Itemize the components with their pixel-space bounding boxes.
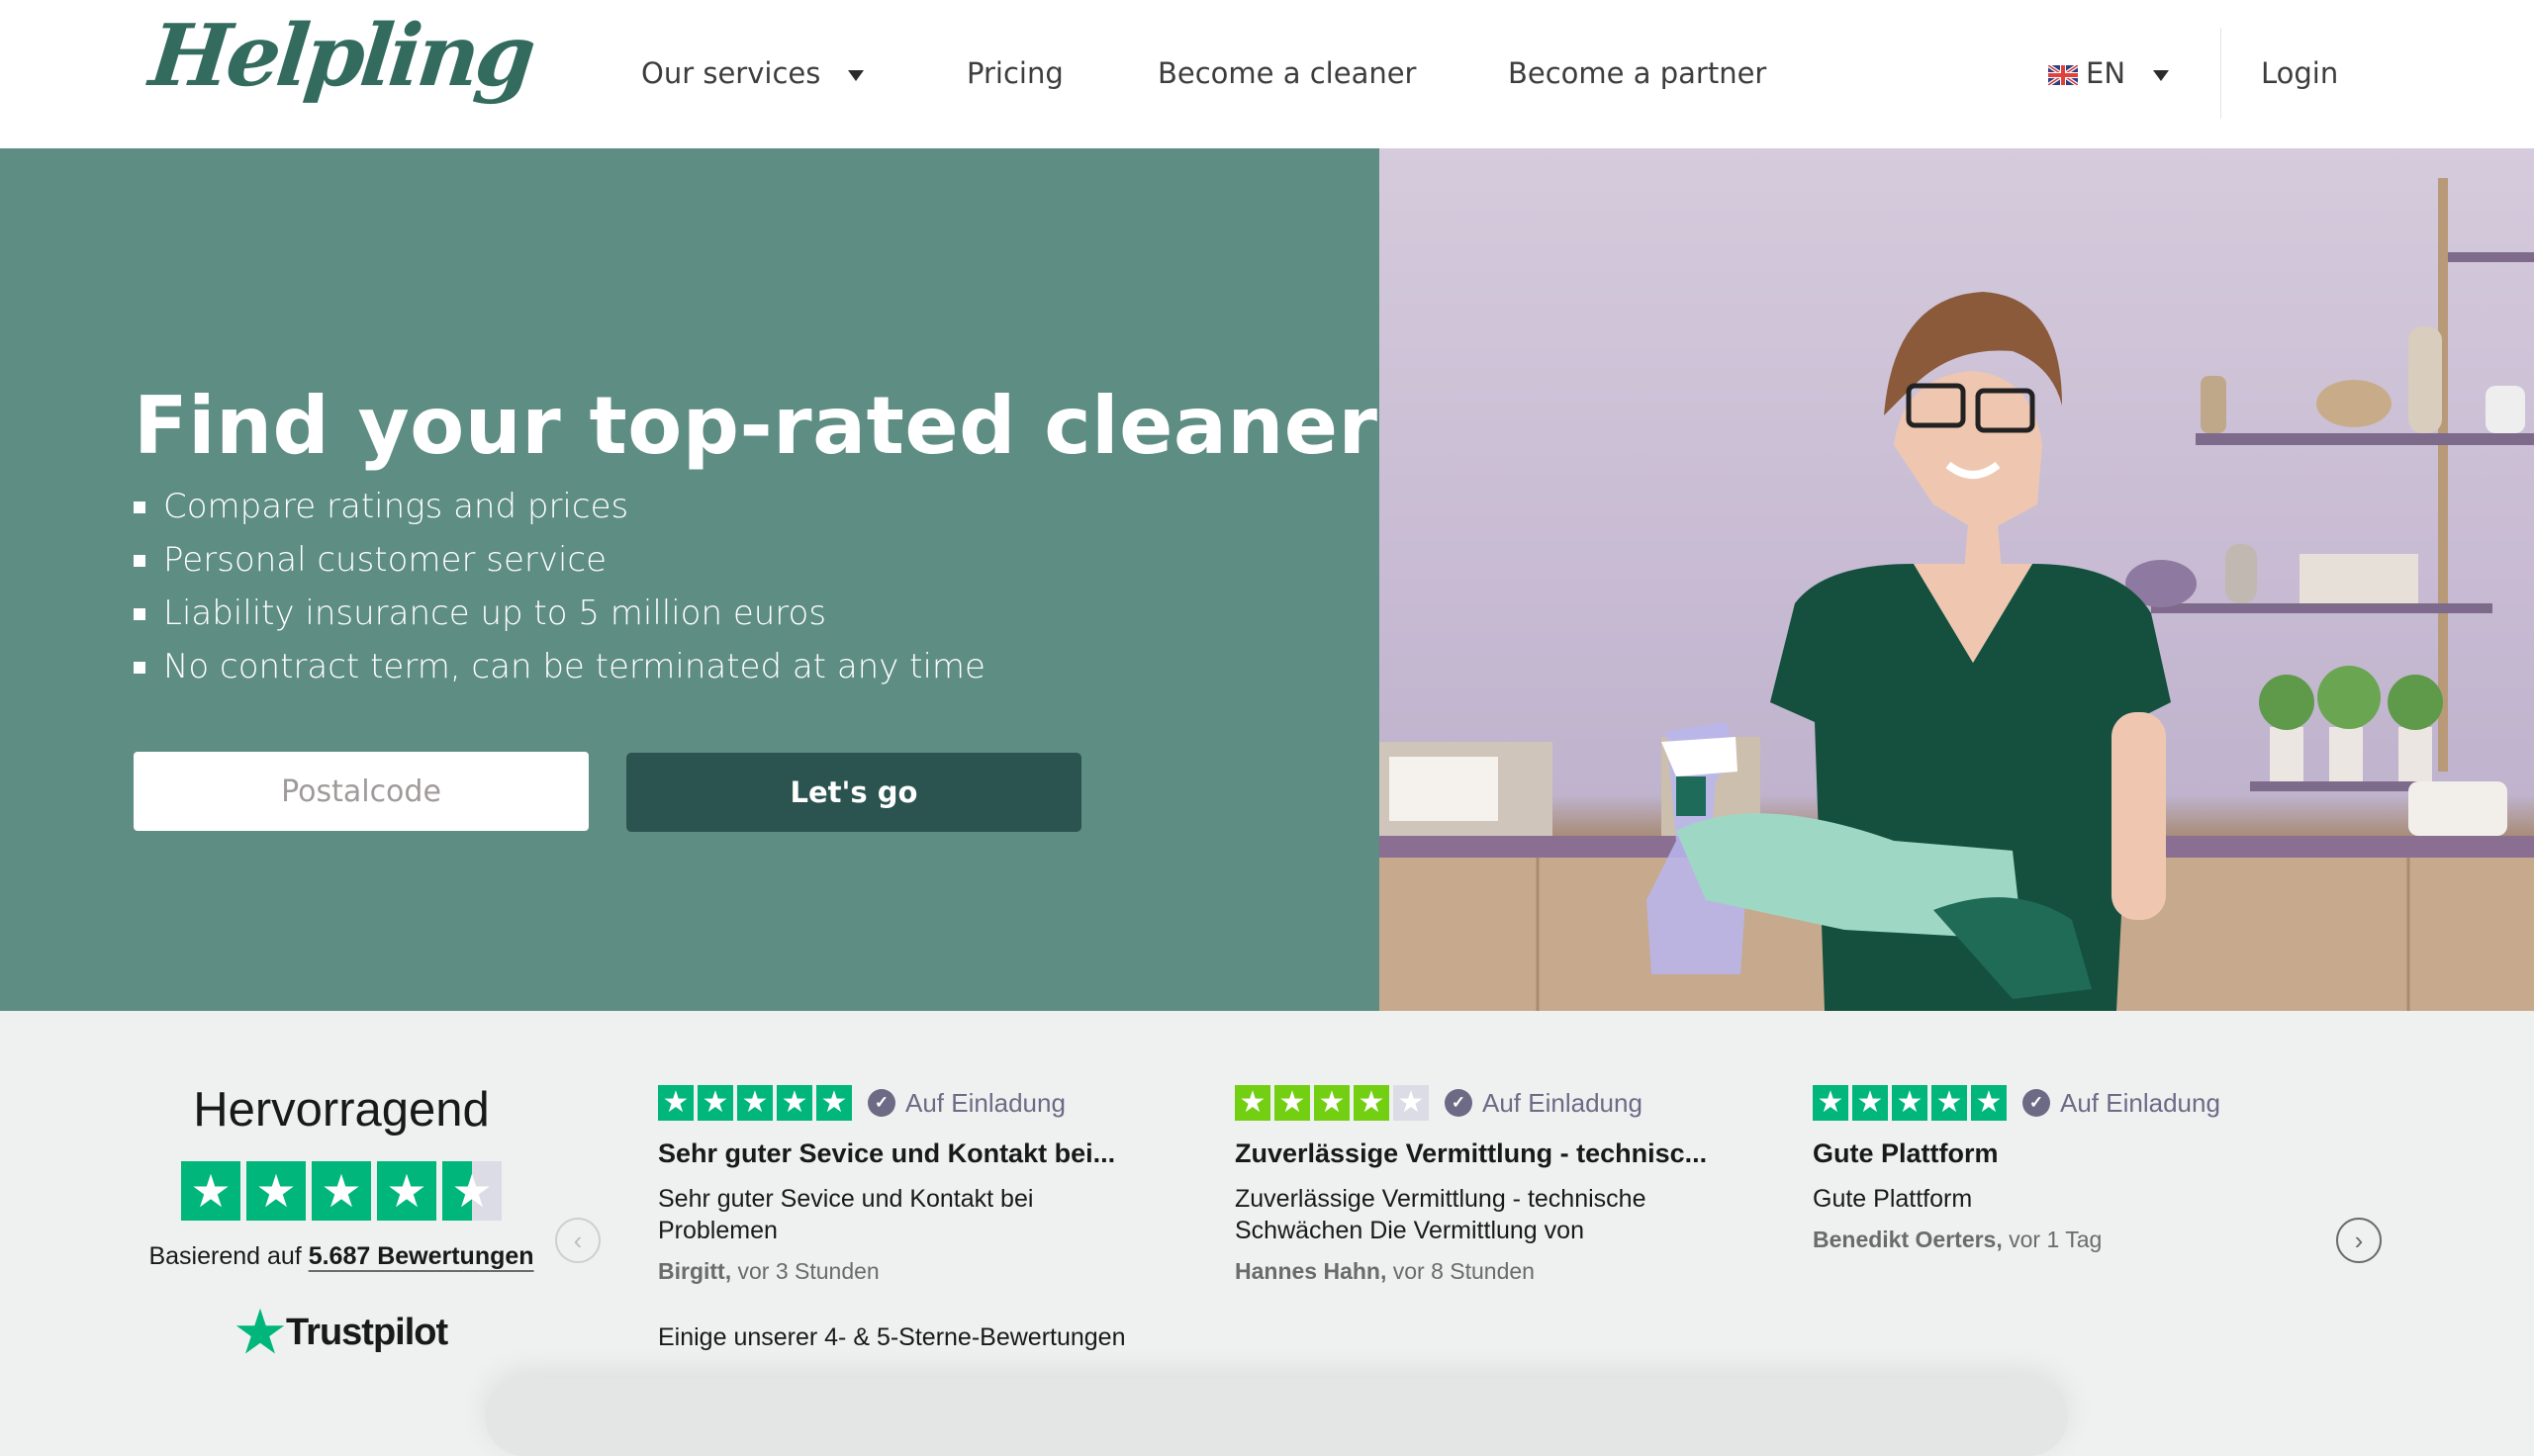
cleaner-illustration	[1379, 178, 2534, 1011]
trustpilot-widget: Hervorragend ★ ★ ★ ★ ★ Basierend auf 5.6…	[0, 1011, 2534, 1456]
chevron-down-icon	[848, 69, 865, 81]
half-star-icon: ★	[442, 1161, 502, 1221]
star-icon: ★	[1931, 1085, 1967, 1121]
review-author: Birgitt,	[658, 1258, 732, 1284]
star-icon: ★	[1274, 1085, 1310, 1121]
uk-flag-icon	[2048, 65, 2078, 85]
bullet-square-icon	[134, 608, 145, 620]
chevron-right-icon: ›	[2354, 1225, 2364, 1255]
star-icon: ★	[1354, 1085, 1389, 1121]
review-body: Zuverlässige Vermittlung - technische Sc…	[1235, 1185, 1646, 1244]
nav-become-a-partner[interactable]: Become a partner	[1508, 49, 1766, 97]
nav-our-services[interactable]: Our services	[641, 49, 865, 97]
trustpilot-summary: Hervorragend ★ ★ ★ ★ ★ Basierend auf 5.6…	[119, 1080, 564, 1360]
chevron-left-icon: ‹	[573, 1225, 583, 1255]
trustpilot-star-icon: ★	[235, 1301, 285, 1363]
star-icon: ★	[246, 1161, 306, 1221]
review-body: Gute Plattform	[1813, 1185, 1973, 1213]
nav-pricing[interactable]: Pricing	[967, 49, 1064, 97]
language-code: EN	[2086, 56, 2126, 90]
empty-star-icon: ★	[1393, 1085, 1429, 1121]
review-meta: Hannes Hahn, vor 8 Stunden	[1235, 1258, 1749, 1285]
chevron-down-icon	[2153, 69, 2170, 81]
helpling-logo[interactable]: Helpling	[145, 6, 536, 106]
review-count-text: Basierend auf 5.687 Bewertungen	[148, 1242, 534, 1270]
bullet-square-icon	[134, 501, 145, 513]
star-icon: ★	[1235, 1085, 1270, 1121]
review-body: Sehr guter Sevice und Kontakt bei Proble…	[658, 1185, 1034, 1244]
star-icon: ★	[698, 1085, 733, 1121]
hero-cleaner-photo	[1379, 148, 2534, 1011]
check-circle-icon: ✓	[868, 1089, 895, 1117]
review-time: vor 8 Stunden	[1392, 1258, 1535, 1284]
hero-panel: Find your top-rated cleaner Compare rati…	[0, 148, 1379, 1011]
star-icon: ★	[1892, 1085, 1927, 1121]
review-card[interactable]: ★ ★ ★ ★ ★ ✓ Auf Einladung Zuverlässige V…	[1235, 1085, 1749, 1285]
check-circle-icon: ✓	[2022, 1089, 2050, 1117]
review-stars: ★ ★ ★ ★ ★	[1235, 1085, 1429, 1121]
next-section-card	[485, 1377, 2068, 1456]
review-title: Gute Plattform	[1813, 1138, 1999, 1168]
lets-go-button[interactable]: Let's go	[626, 753, 1081, 832]
review-meta: Benedikt Oerters, vor 1 Tag	[1813, 1227, 2327, 1253]
review-stars: ★ ★ ★ ★ ★	[1813, 1085, 2007, 1121]
review-title: Sehr guter Sevice und Kontakt bei...	[658, 1138, 1116, 1168]
overall-rating-stars: ★ ★ ★ ★ ★	[119, 1161, 564, 1221]
hero-title: Find your top-rated cleaner	[134, 379, 1378, 472]
review-time: vor 3 Stunden	[737, 1258, 880, 1284]
verified-badge: ✓ Auf Einladung	[2022, 1088, 2220, 1119]
trustpilot-logo[interactable]: ★ Trustpilot	[119, 1305, 564, 1360]
check-circle-icon: ✓	[1445, 1089, 1472, 1117]
review-author: Hannes Hahn,	[1235, 1258, 1387, 1284]
star-icon: ★	[816, 1085, 852, 1121]
language-selector[interactable]: EN	[2048, 49, 2170, 97]
login-link[interactable]: Login	[2261, 49, 2338, 97]
nav-our-services-label: Our services	[641, 56, 821, 90]
star-icon: ★	[737, 1085, 773, 1121]
review-meta: Birgitt, vor 3 Stunden	[658, 1258, 1173, 1285]
benefit-item: Personal customer service	[134, 533, 985, 587]
bullet-square-icon	[134, 555, 145, 567]
review-title: Zuverlässige Vermittlung - technisc...	[1235, 1138, 1708, 1168]
star-icon: ★	[777, 1085, 812, 1121]
benefit-item: Liability insurance up to 5 million euro…	[134, 587, 985, 640]
site-header: Helpling Our services Pricing Become a c…	[0, 0, 2534, 148]
benefit-item: Compare ratings and prices	[134, 480, 985, 533]
review-time: vor 1 Tag	[2009, 1227, 2103, 1252]
review-count-link[interactable]: 5.687 Bewertungen	[309, 1242, 534, 1270]
verified-badge: ✓ Auf Einladung	[868, 1088, 1066, 1119]
star-icon: ★	[181, 1161, 240, 1221]
star-icon: ★	[658, 1085, 694, 1121]
verified-badge: ✓ Auf Einladung	[1445, 1088, 1642, 1119]
review-author: Benedikt Oerters,	[1813, 1227, 2003, 1252]
review-stars: ★ ★ ★ ★ ★	[658, 1085, 852, 1121]
star-icon: ★	[312, 1161, 371, 1221]
star-icon: ★	[1971, 1085, 2007, 1121]
bullet-square-icon	[134, 662, 145, 674]
star-icon: ★	[377, 1161, 436, 1221]
nav-divider	[2220, 28, 2221, 119]
reviews-footnote: Einige unserer 4- & 5-Sterne-Bewertungen	[658, 1323, 1126, 1351]
star-icon: ★	[1852, 1085, 1888, 1121]
rating-word: Hervorragend	[193, 1083, 490, 1137]
review-card[interactable]: ★ ★ ★ ★ ★ ✓ Auf Einladung Sehr guter Sev…	[658, 1085, 1173, 1285]
carousel-next-button[interactable]: ›	[2336, 1218, 2382, 1263]
nav-become-a-cleaner[interactable]: Become a cleaner	[1158, 49, 1416, 97]
postalcode-input[interactable]	[134, 752, 589, 831]
hero-benefits-list: Compare ratings and prices Personal cust…	[134, 480, 985, 693]
carousel-prev-button[interactable]: ‹	[555, 1218, 601, 1263]
review-card[interactable]: ★ ★ ★ ★ ★ ✓ Auf Einladung Gute Plattform…	[1813, 1085, 2327, 1253]
star-icon: ★	[1314, 1085, 1350, 1121]
benefit-item: No contract term, can be terminated at a…	[134, 640, 985, 693]
star-icon: ★	[1813, 1085, 1848, 1121]
